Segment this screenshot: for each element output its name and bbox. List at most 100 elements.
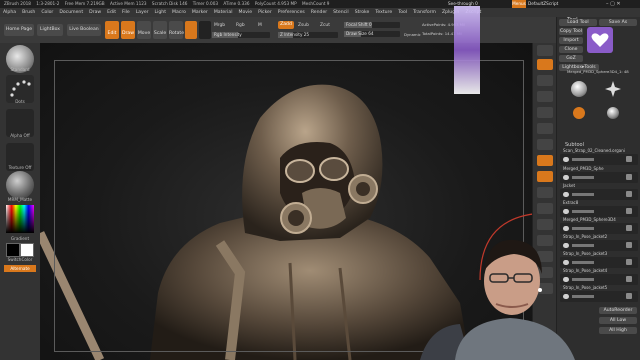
menu-item[interactable]: Tool	[395, 8, 410, 17]
z-intensity-slider[interactable]: Z Intensity 25	[278, 32, 338, 38]
menu-item[interactable]: Transform	[410, 8, 439, 17]
title-item: Scratch Disk 146	[151, 1, 188, 6]
menu-item[interactable]: Render	[308, 8, 330, 17]
default-zscript-button[interactable]: DefaultZScript	[528, 0, 564, 8]
switch-color-label[interactable]: SwitchColor	[0, 257, 40, 262]
persp-button[interactable]	[537, 139, 553, 150]
menu-item[interactable]: Color	[38, 8, 56, 17]
menu-item[interactable]: Brush	[19, 8, 38, 17]
zsub-button[interactable]: Zsub	[298, 23, 309, 28]
menu-item[interactable]: Layer	[133, 8, 152, 17]
aahalf-button[interactable]	[537, 123, 553, 134]
scale-button[interactable]: Scale	[153, 21, 167, 39]
draw-size-label: Draw Size 64	[346, 31, 374, 36]
title-item: Active Mem 1123	[110, 1, 147, 6]
rgb-toggle[interactable]: Rgb	[236, 23, 245, 28]
webcam-overlay	[400, 226, 640, 360]
title-item: Timer 0.003	[192, 1, 219, 6]
menu-item[interactable]: Document	[56, 8, 86, 17]
frame-button[interactable]	[537, 187, 553, 198]
goz-button[interactable]: GoZ	[559, 55, 583, 62]
menu-item[interactable]: Edit	[104, 8, 119, 17]
primary-color-swatch[interactable]	[6, 243, 20, 257]
subtool-name: Merged_PM3D_Sphere3D4	[563, 217, 616, 222]
floor-button[interactable]	[537, 155, 553, 166]
title-item: ZBrush 2018	[4, 1, 31, 6]
zcut-button[interactable]: Zcut	[320, 23, 330, 28]
menu-item[interactable]: Stencil	[330, 8, 352, 17]
draw-button[interactable]: Draw	[121, 21, 135, 39]
color-sphere-icon[interactable]	[199, 21, 211, 39]
alternate-button[interactable]: Alternate	[4, 265, 36, 272]
menu-item[interactable]: Macro	[169, 8, 189, 17]
title-item: 1:3-2801-2	[36, 1, 60, 6]
title-item: PolyCount 4.953 MP	[254, 1, 297, 6]
subtool-row[interactable]: Extrac8	[560, 200, 638, 217]
subtool-name: Jacket	[563, 183, 576, 188]
move-view-button[interactable]	[537, 203, 553, 214]
visibility-eye-icon[interactable]	[563, 175, 569, 180]
spix-button[interactable]	[537, 59, 553, 70]
zoom-button[interactable]	[537, 91, 553, 102]
subtool-row[interactable]: Jacket	[560, 183, 638, 200]
rotate-button[interactable]: Rotate	[169, 21, 184, 39]
move-button[interactable]: Move	[137, 21, 151, 39]
import-button[interactable]: Import	[559, 37, 583, 44]
menu-item[interactable]: Draw	[86, 8, 104, 17]
rgb-intensity-slider[interactable]: Rgb Intensity	[212, 32, 270, 38]
bpr-button[interactable]	[537, 45, 553, 56]
subtool-row[interactable]: Merged_PM3D_Sphe	[560, 166, 638, 183]
visibility-eye-icon[interactable]	[563, 209, 569, 214]
material-icon[interactable]	[6, 171, 34, 199]
menus-button[interactable]: Menus	[512, 0, 526, 8]
color-picker[interactable]	[6, 205, 34, 233]
focal-shift-slider[interactable]: Focal Shift 0	[344, 22, 400, 28]
load-tool-button[interactable]: Load Tool	[559, 19, 597, 26]
sphere3d-icon[interactable]	[607, 107, 619, 119]
dynamic-toggle[interactable]: Dynamic	[404, 32, 421, 37]
subtool-name: Merged_PM3D_Sphe	[563, 166, 604, 171]
save-as-button[interactable]: Save As	[599, 19, 637, 26]
material-sphere-icon[interactable]	[185, 21, 197, 39]
menu-item[interactable]: File	[119, 8, 133, 17]
actual-button[interactable]	[537, 107, 553, 118]
gradient-label: Gradient	[10, 236, 30, 241]
subtool-row[interactable]: Scan_Strap_02_Cleaned.organi	[560, 148, 638, 165]
m-toggle[interactable]: M	[258, 23, 262, 28]
visibility-eye-icon[interactable]	[563, 157, 569, 162]
live-boolean-button[interactable]: Live Boolean	[67, 24, 101, 36]
draw-size-slider[interactable]: Draw Size 64	[344, 31, 400, 37]
local-button[interactable]	[537, 171, 553, 182]
home-page-button[interactable]: Home Page	[4, 24, 34, 36]
subtool-name: Extrac8	[563, 200, 579, 205]
lightbox-button[interactable]: LightBox	[37, 24, 63, 36]
menu-item[interactable]: Picker	[255, 8, 275, 17]
menu-item[interactable]: Marker	[189, 8, 211, 17]
polymesh-star-icon[interactable]	[605, 81, 621, 97]
menu-item[interactable]: Alpha	[0, 8, 19, 17]
edit-button[interactable]: Edit	[105, 21, 119, 39]
left-shelf: Standard Dots Alpha Off Texture Off MRM_…	[0, 43, 41, 360]
menu-item[interactable]: Texture	[372, 8, 395, 17]
scroll-button[interactable]	[537, 75, 553, 86]
tool-thumb-merged[interactable]	[571, 81, 587, 97]
secondary-color-swatch[interactable]	[20, 243, 34, 257]
menu-item[interactable]: Stroke	[352, 8, 373, 17]
copy-tool-button[interactable]: Copy Tool	[559, 28, 583, 35]
window-controls[interactable]: – ▢ ✕	[606, 0, 640, 8]
subtool-icon	[626, 208, 632, 214]
visibility-eye-icon[interactable]	[563, 192, 569, 197]
menu-item[interactable]: Light	[152, 8, 169, 17]
menu-item[interactable]: Material	[211, 8, 236, 17]
menu-item[interactable]: Movie	[235, 8, 255, 17]
subtool-icon	[626, 156, 632, 162]
focal-shift-label: Focal Shift 0	[346, 22, 372, 27]
simplebrush-icon[interactable]	[573, 107, 585, 119]
heart-logo-icon	[587, 27, 613, 53]
zadd-button[interactable]: Zadd	[278, 21, 294, 29]
clone-button[interactable]: Clone	[559, 46, 583, 53]
stroke-label: Dots	[15, 99, 25, 104]
menu-item[interactable]: Preferences	[275, 8, 308, 17]
subtool-icon	[626, 174, 632, 180]
mrgb-toggle[interactable]: Mrgb	[214, 23, 225, 28]
